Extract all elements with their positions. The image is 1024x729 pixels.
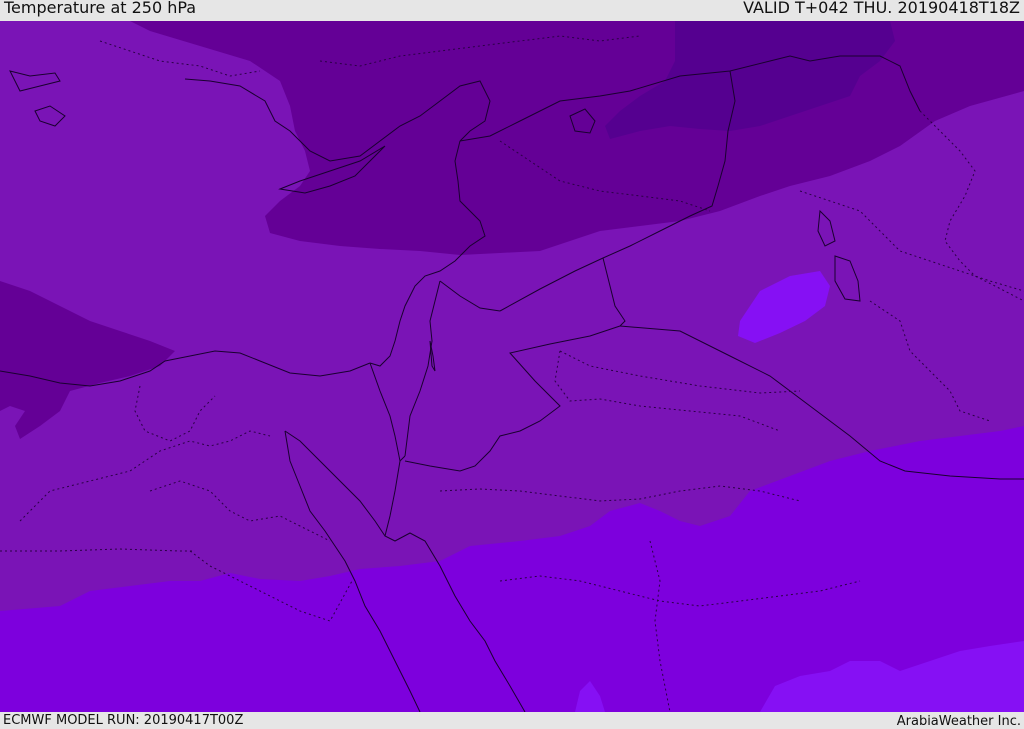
header-bar: Temperature at 250 hPa VALID T+042 THU. …	[0, 0, 1024, 21]
model-run: ECMWF MODEL RUN: 20190417T00Z	[3, 713, 244, 728]
map-viewer: Temperature at 250 hPa VALID T+042 THU. …	[0, 0, 1024, 729]
temperature-map	[0, 21, 1024, 712]
credit-text: ArabiaWeather Inc.	[896, 714, 1021, 729]
map-svg	[0, 21, 1024, 712]
map-title: Temperature at 250 hPa	[4, 0, 197, 17]
valid-time: VALID T+042 THU. 20190418T18Z	[743, 0, 1020, 17]
footer-bar: ECMWF MODEL RUN: 20190417T00Z ArabiaWeat…	[0, 712, 1024, 729]
